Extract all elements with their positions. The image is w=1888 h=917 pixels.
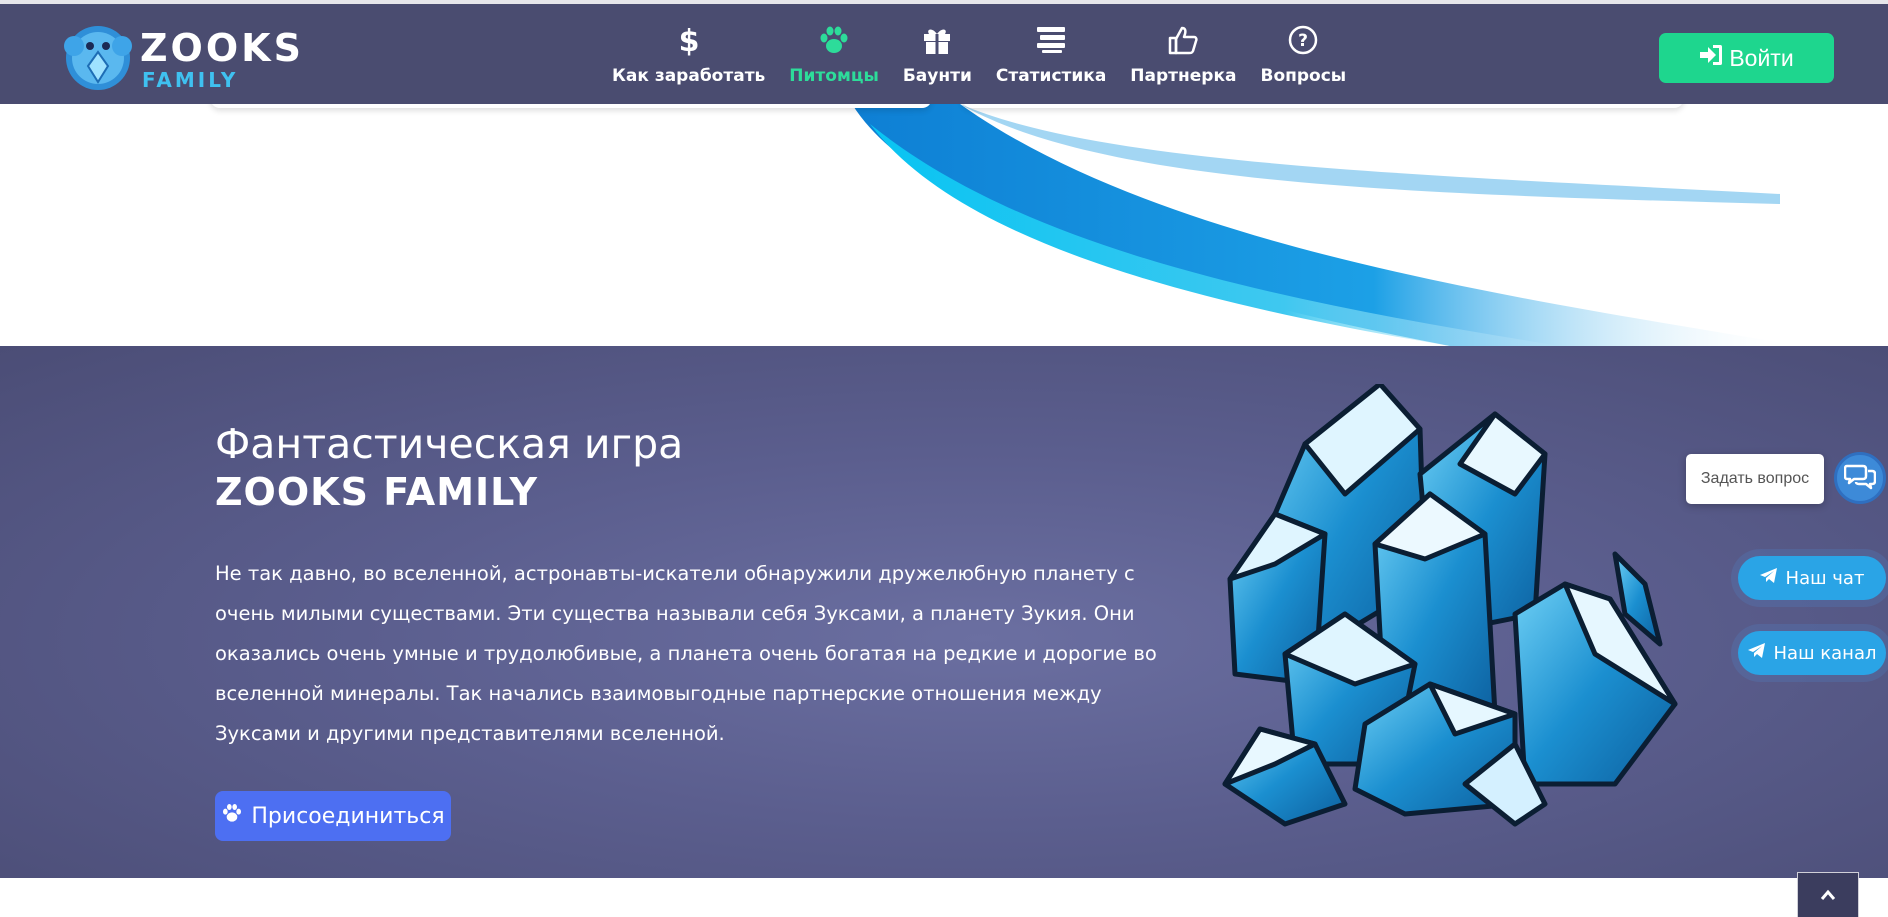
paper-plane-icon bbox=[1747, 642, 1766, 664]
hero-section: Фантастическая игра ZOOKS FAMILY Не так … bbox=[0, 346, 1888, 878]
logo-text-family: FAMILY bbox=[142, 68, 239, 92]
comments-icon bbox=[1843, 462, 1877, 494]
hero-title: Фантастическая игра bbox=[215, 420, 684, 468]
thumbs-up-icon bbox=[1168, 22, 1199, 58]
site-header: ZOOKS FAMILY $ Как заработать Питомцы Ба… bbox=[0, 0, 1888, 104]
nav-label: Как заработать bbox=[612, 66, 766, 86]
nav-label: Питомцы bbox=[789, 66, 879, 86]
nav-item-bounty[interactable]: Баунти bbox=[891, 22, 984, 92]
chat-widget-button[interactable] bbox=[1834, 452, 1886, 504]
svg-text:$: $ bbox=[678, 24, 699, 56]
nav-item-earn[interactable]: $ Как заработать bbox=[600, 22, 777, 92]
nav-label: Баунти bbox=[902, 66, 972, 86]
dollar-icon: $ bbox=[678, 22, 700, 58]
telegram-chat-label: Наш чат bbox=[1785, 567, 1865, 589]
login-button[interactable]: Войти bbox=[1659, 33, 1834, 83]
telegram-channel-label: Наш канал bbox=[1773, 642, 1877, 664]
join-label: Присоединиться bbox=[251, 803, 445, 829]
nav-label: Вопросы bbox=[1260, 66, 1347, 86]
nav-item-partner[interactable]: Партнерка bbox=[1118, 22, 1248, 92]
nav-label: Партнерка bbox=[1130, 66, 1237, 86]
paper-plane-icon bbox=[1759, 567, 1778, 589]
nav-item-faq[interactable]: ? Вопросы bbox=[1248, 22, 1358, 92]
sign-in-icon bbox=[1699, 44, 1723, 72]
scroll-to-top-button[interactable] bbox=[1797, 872, 1859, 917]
nav-label: Статистика bbox=[995, 66, 1107, 86]
paw-icon bbox=[818, 22, 850, 58]
telegram-chat-button[interactable]: Наш чат bbox=[1738, 556, 1886, 600]
ask-question-bubble[interactable]: Задать вопрос bbox=[1686, 454, 1824, 504]
question-circle-icon: ? bbox=[1288, 22, 1318, 58]
decorative-swoosh bbox=[852, 104, 1800, 346]
bars-icon bbox=[1036, 22, 1066, 58]
svg-text:?: ? bbox=[1298, 31, 1308, 51]
telegram-channel-button[interactable]: Наш канал bbox=[1738, 631, 1886, 675]
hero-description: Не так давно, во вселенной, астронавты-и… bbox=[215, 562, 1157, 745]
login-label: Войти bbox=[1729, 44, 1794, 71]
crystal-cluster-image bbox=[1222, 384, 1678, 827]
logo-text-zooks: ZOOKS bbox=[140, 26, 304, 70]
main-nav: $ Как заработать Питомцы Баунти Статисти… bbox=[600, 22, 1358, 92]
nav-item-pets[interactable]: Питомцы bbox=[777, 22, 891, 92]
chevron-up-icon bbox=[1820, 886, 1836, 905]
gift-icon bbox=[922, 22, 952, 58]
nav-item-stats[interactable]: Статистика bbox=[984, 22, 1118, 92]
join-button[interactable]: Присоединиться bbox=[215, 791, 451, 841]
paw-icon bbox=[221, 803, 243, 829]
dragon-mascot-icon bbox=[64, 26, 132, 90]
hero-game-name: ZOOKS FAMILY bbox=[215, 470, 538, 514]
site-logo[interactable]: ZOOKS FAMILY bbox=[58, 16, 308, 96]
